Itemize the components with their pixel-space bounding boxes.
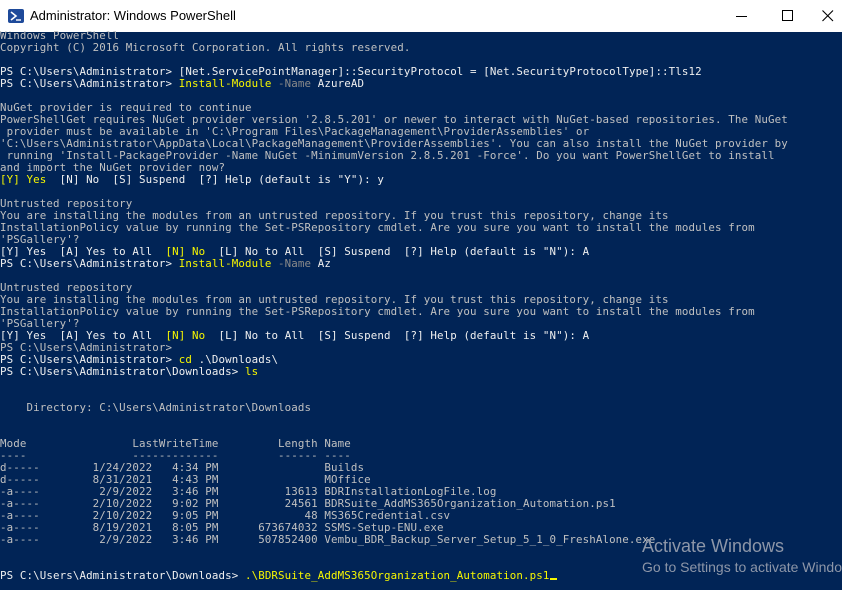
minimize-button[interactable] (719, 0, 765, 32)
console-segment: PS C:\Users\Administrator> (0, 257, 179, 270)
console-segment: PS C:\Users\Administrator> (0, 77, 179, 90)
console-output[interactable]: Windows PowerShell Copyright (C) 2016 Mic… (0, 30, 842, 590)
console-segment: [L] No to All [S] Suspend [?] Help (defa… (205, 329, 590, 342)
console-line: -a---- 2/9/2022 3:46 PM 507852400 Vembu_… (0, 533, 656, 546)
console-line: InstallationPolicy value by running the … (0, 305, 755, 318)
close-icon (822, 10, 834, 22)
console-segment: -Name (271, 77, 318, 90)
console-segment: Az (317, 257, 332, 270)
title-bar: Administrator: Windows PowerShell (0, 0, 842, 32)
console-line: [Y] Yes [N] No [S] Suspend [?] Help (def… (0, 174, 384, 186)
console-line: PS C:\Users\Administrator\Downloads> ls (0, 366, 258, 378)
console-segment: ls (244, 365, 259, 378)
text-cursor (549, 578, 557, 580)
close-button[interactable] (810, 0, 842, 32)
console-segment: ::Tls12 (655, 65, 702, 78)
console-line: PS C:\Users\Administrator> Install-Modul… (0, 258, 331, 270)
console-line: PS C:\Users\Administrator> Install-Modul… (0, 78, 364, 90)
minimize-icon (736, 16, 747, 17)
console-line: InstallationPolicy value by running the … (0, 221, 755, 234)
console-segment: Install-Module (178, 77, 272, 90)
console-segment: PS C:\Users\Administrator\Downloads> (0, 365, 245, 378)
console-segment: [N] No [S] Suspend [?] Help (default is … (46, 173, 384, 186)
watermark-title: Activate Windows (642, 536, 785, 556)
console-segment: PS C:\Users\Administrator\Downloads> (0, 569, 245, 582)
console-segment: .\BDRSuite_AddMS365Organization_Automati… (244, 569, 550, 582)
maximize-icon (782, 10, 793, 21)
console-segment: -Name (271, 257, 318, 270)
console-segment: [Y] Yes (0, 173, 47, 186)
console-segment: Install-Module (178, 257, 272, 270)
console-segment: [Net.SecurityProtocolType] (483, 65, 656, 78)
maximize-button[interactable] (765, 0, 811, 32)
console-segment: ::SecurityProtocol = (344, 65, 484, 78)
console-segment: AzureAD (317, 77, 365, 90)
window-title: Administrator: Windows PowerShell (30, 8, 236, 23)
activate-windows-watermark: Activate Windows Go to Settings to activ… (642, 536, 842, 575)
console-line: Directory: C:\Users\Administrator\Downlo… (0, 401, 312, 414)
powershell-icon (8, 9, 24, 23)
console-line: PS C:\Users\Administrator\Downloads> .\B… (0, 570, 557, 582)
console-line: Copyright (C) 2016 Microsoft Corporation… (0, 41, 411, 54)
watermark-subtitle: Go to Settings to activate Windows. (642, 559, 842, 575)
